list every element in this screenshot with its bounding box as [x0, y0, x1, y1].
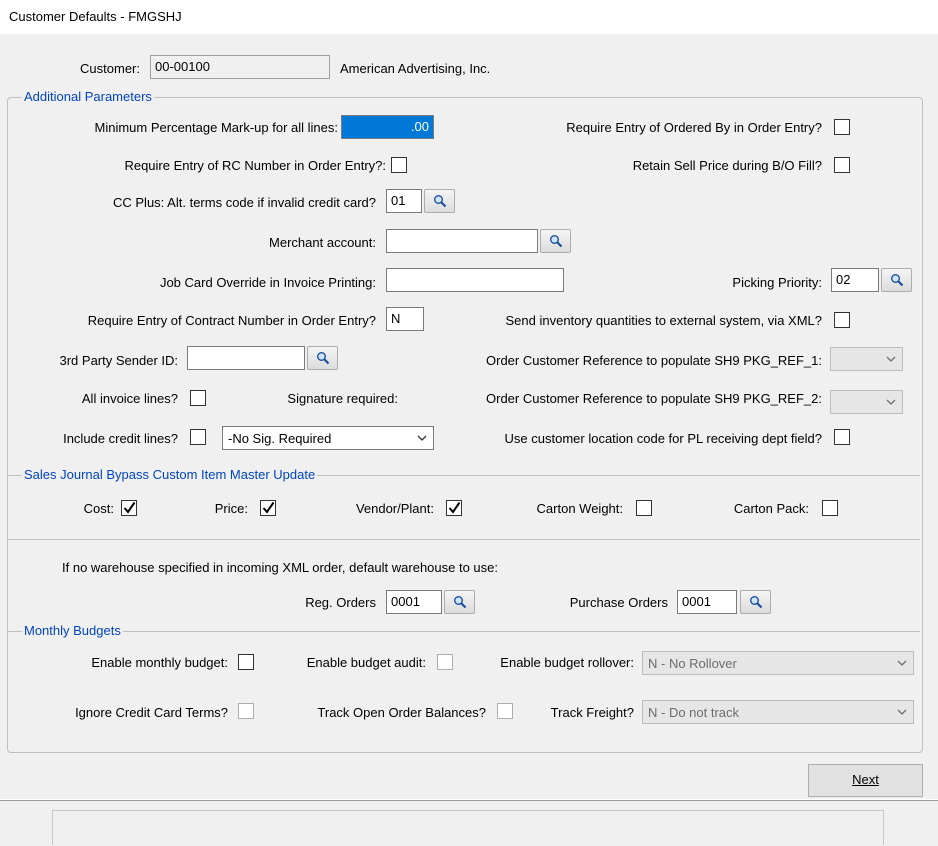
- ref2-dropdown[interactable]: [830, 390, 903, 414]
- chevron-down-icon: [417, 435, 427, 441]
- enable-rollover-label: Enable budget rollover:: [500, 655, 634, 670]
- monthly-budgets-legend: Monthly Budgets: [22, 623, 123, 638]
- magnifier-icon: [891, 274, 904, 287]
- vendor-plant-label: Vendor/Plant:: [355, 501, 434, 516]
- next-button[interactable]: Next: [808, 764, 923, 797]
- cost-label: Cost:: [83, 501, 114, 516]
- carton-pack-label: Carton Pack:: [733, 501, 809, 516]
- signature-value: -No Sig. Required: [228, 431, 332, 446]
- track-freight-value: N - Do not track: [648, 705, 740, 720]
- rollover-dropdown[interactable]: N - No Rollover: [642, 651, 914, 675]
- include-credit-label: Include credit lines?: [63, 431, 178, 446]
- chevron-down-icon: [886, 399, 896, 405]
- ignore-cc-label: Ignore Credit Card Terms?: [75, 705, 228, 720]
- req-ordered-by-checkbox[interactable]: [834, 119, 850, 135]
- cc-plus-input[interactable]: 01: [386, 189, 422, 213]
- price-checkbox[interactable]: [260, 500, 276, 516]
- send-inventory-label: Send inventory quantities to external sy…: [505, 313, 823, 328]
- enable-monthly-checkbox[interactable]: [238, 654, 254, 670]
- purchase-orders-lookup-button[interactable]: [740, 590, 771, 614]
- reg-orders-label: Reg. Orders: [305, 595, 376, 610]
- job-card-input[interactable]: [386, 268, 564, 292]
- signature-label: Signature required:: [287, 391, 398, 406]
- rollover-value: N - No Rollover: [648, 656, 737, 671]
- cc-plus-lookup-button[interactable]: [424, 189, 455, 213]
- warehouse-text: If no warehouse specified in incoming XM…: [62, 560, 498, 575]
- sales-journal-legend: Sales Journal Bypass Custom Item Master …: [22, 467, 318, 482]
- merchant-input[interactable]: [386, 229, 538, 253]
- checkmark-icon: [123, 501, 136, 514]
- customer-label: Customer:: [80, 61, 140, 76]
- carton-pack-checkbox[interactable]: [822, 500, 838, 516]
- picking-priority-label: Picking Priority:: [732, 275, 822, 290]
- ref2-label: Order Customer Reference to populate SH9…: [486, 391, 822, 406]
- title-bar: Customer Defaults - FMGSHJ: [0, 0, 938, 35]
- additional-parameters-legend: Additional Parameters: [22, 89, 154, 104]
- third-party-lookup-button[interactable]: [307, 346, 338, 370]
- enable-monthly-label: Enable monthly budget:: [91, 655, 228, 670]
- cc-plus-label: CC Plus: Alt. terms code if invalid cred…: [113, 195, 376, 210]
- all-invoice-label: All invoice lines?: [81, 391, 178, 406]
- all-invoice-checkbox[interactable]: [190, 390, 206, 406]
- reg-orders-input[interactable]: 0001: [386, 590, 442, 614]
- merchant-label: Merchant account:: [269, 235, 376, 250]
- magnifier-icon: [550, 235, 563, 248]
- min-markup-input[interactable]: .00: [341, 115, 434, 139]
- price-label: Price:: [214, 501, 248, 516]
- contract-label: Require Entry of Contract Number in Orde…: [87, 313, 376, 328]
- customer-name: American Advertising, Inc.: [340, 61, 491, 76]
- checkmark-icon: [262, 501, 275, 514]
- track-open-label: Track Open Order Balances?: [317, 705, 486, 720]
- ref1-label: Order Customer Reference to populate SH9…: [486, 353, 822, 368]
- track-freight-label: Track Freight?: [550, 705, 634, 720]
- track-freight-dropdown[interactable]: N - Do not track: [642, 700, 914, 724]
- checkmark-icon: [448, 501, 461, 514]
- vendor-plant-checkbox[interactable]: [446, 500, 462, 516]
- separator-budgets: [8, 631, 920, 632]
- chevron-down-icon: [897, 709, 907, 715]
- chevron-down-icon: [897, 660, 907, 666]
- carton-weight-checkbox[interactable]: [636, 500, 652, 516]
- merchant-lookup-button[interactable]: [540, 229, 571, 253]
- third-party-input[interactable]: [187, 346, 305, 370]
- next-button-label: Next: [852, 772, 879, 787]
- req-ordered-by-label: Require Entry of Ordered By in Order Ent…: [566, 120, 822, 135]
- window-title: Customer Defaults - FMGSHJ: [9, 9, 182, 24]
- retain-sell-checkbox[interactable]: [834, 157, 850, 173]
- retain-sell-label: Retain Sell Price during B/O Fill?: [632, 158, 822, 173]
- enable-audit-checkbox[interactable]: [437, 654, 453, 670]
- purchase-orders-input[interactable]: 0001: [677, 590, 737, 614]
- signature-dropdown[interactable]: -No Sig. Required: [222, 426, 434, 450]
- cost-checkbox[interactable]: [121, 500, 137, 516]
- purchase-orders-label: Purchase Orders: [569, 595, 668, 610]
- job-card-label: Job Card Override in Invoice Printing:: [159, 275, 376, 290]
- customer-code-field: 00-00100: [150, 55, 330, 79]
- magnifier-icon: [317, 352, 330, 365]
- carton-weight-label: Carton Weight:: [536, 501, 623, 516]
- chevron-down-icon: [886, 356, 896, 362]
- use-location-label: Use customer location code for PL receiv…: [504, 431, 822, 446]
- use-location-checkbox[interactable]: [834, 429, 850, 445]
- track-open-checkbox[interactable]: [497, 703, 513, 719]
- enable-audit-label: Enable budget audit:: [306, 655, 426, 670]
- magnifier-icon: [454, 596, 467, 609]
- picking-priority-input[interactable]: 02: [831, 268, 879, 292]
- third-party-label: 3rd Party Sender ID:: [59, 353, 179, 368]
- include-credit-checkbox[interactable]: [190, 429, 206, 445]
- status-bar: [52, 810, 884, 845]
- contract-input[interactable]: N: [386, 307, 424, 331]
- magnifier-icon: [750, 596, 763, 609]
- picking-priority-lookup-button[interactable]: [881, 268, 912, 292]
- reg-orders-lookup-button[interactable]: [444, 590, 475, 614]
- min-markup-label: Minimum Percentage Mark-up for all lines…: [94, 120, 338, 135]
- req-rc-label: Require Entry of RC Number in Order Entr…: [124, 158, 386, 173]
- req-rc-checkbox[interactable]: [391, 157, 407, 173]
- send-inventory-checkbox[interactable]: [834, 312, 850, 328]
- magnifier-icon: [434, 195, 447, 208]
- ref1-dropdown[interactable]: [830, 347, 903, 371]
- separator-warehouse: [8, 539, 920, 540]
